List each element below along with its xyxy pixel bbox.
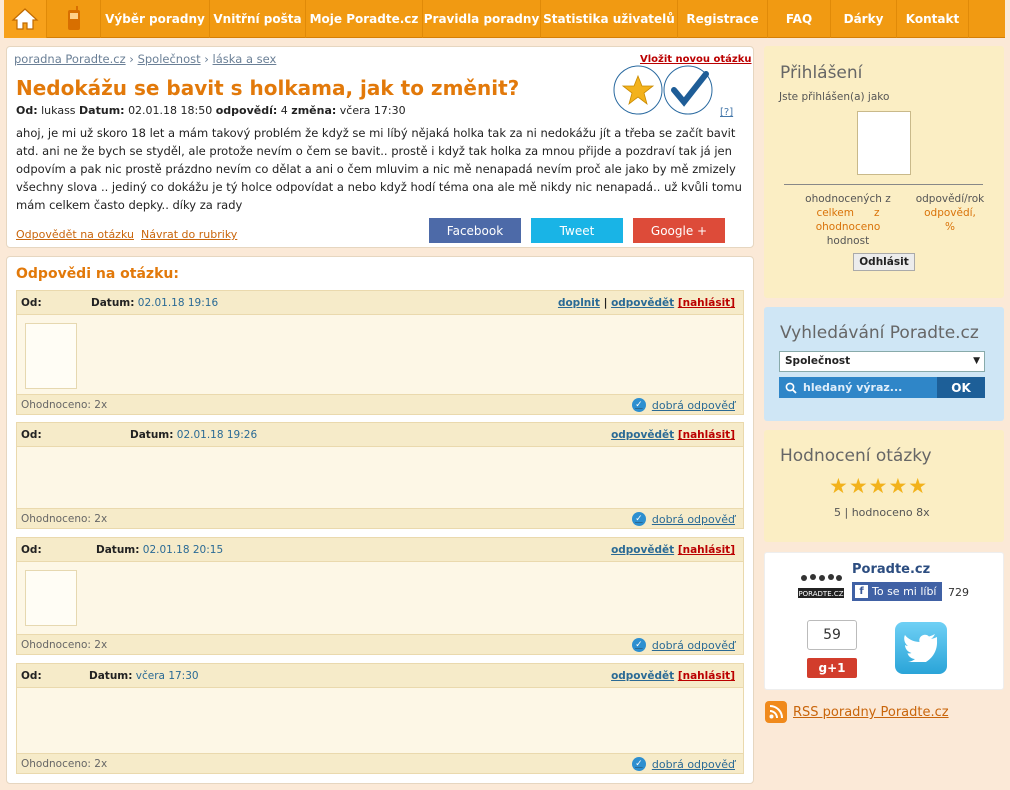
nav-vyber-poradny[interactable]: Výběr poradny	[101, 0, 210, 38]
twitter-button[interactable]	[895, 622, 947, 674]
reply-link[interactable]: odpovědět	[611, 429, 674, 441]
nav-faq[interactable]: FAQ	[768, 0, 831, 38]
answer-rating: Ohodnoceno: 2x	[21, 399, 108, 411]
answer-actions: doplnit | odpovědět [nahlásit]	[557, 297, 735, 309]
chevron-down-icon: ▼	[973, 356, 980, 366]
answer-date: Datum: 02.01.18 19:16	[91, 297, 219, 309]
mobile-button[interactable]	[47, 0, 101, 38]
report-link[interactable]: [nahlásit]	[678, 297, 735, 309]
good-answer-link[interactable]: ✓ dobrá odpověď	[631, 757, 735, 771]
answer-question-link[interactable]: Odpovědět na otázku	[16, 228, 134, 241]
report-link[interactable]: [nahlásit]	[678, 429, 735, 441]
reply-link[interactable]: odpovědět	[611, 670, 674, 682]
answer-date: Datum: včera 17:30	[89, 670, 199, 682]
breadcrumb-subcategory[interactable]: láska a sex	[213, 52, 277, 66]
nav-statistika[interactable]: Statistika uživatelů	[541, 0, 678, 38]
report-link[interactable]: [nahlásit]	[678, 544, 735, 556]
home-icon	[11, 8, 39, 30]
answer-item: Od: Datum: 02.01.18 19:16 doplnit | odpo…	[16, 290, 744, 415]
svg-text:PORADTE.CZ: PORADTE.CZ	[798, 590, 843, 598]
phone-icon	[67, 6, 80, 30]
avatar	[25, 570, 77, 626]
breadcrumb-root[interactable]: poradna Poradte.cz	[14, 52, 126, 66]
tweet-button[interactable]: Tweet	[531, 218, 623, 243]
nav-vnitrni-posta[interactable]: Vnitřní pošta	[210, 0, 306, 38]
answer-author-label: Od:	[21, 544, 42, 556]
complete-link[interactable]: doplnit	[558, 297, 600, 309]
facebook-icon: f	[855, 585, 868, 598]
question-title: Nedokážu se bavit s holkama, jak to změn…	[16, 76, 520, 100]
nav-moje-poradte[interactable]: Moje Poradte.cz	[306, 0, 423, 38]
question-meta: Od: lukass Datum: 02.01.18 18:50 odpověd…	[16, 104, 406, 117]
favorite-badge[interactable]	[612, 64, 716, 116]
answer-date: Datum: 02.01.18 19:26	[130, 429, 258, 441]
report-link[interactable]: [nahlásit]	[678, 670, 735, 682]
answer-actions: odpovědět [nahlásit]	[611, 544, 735, 556]
search-input[interactable]: hledaný výraz...	[779, 377, 937, 398]
home-button[interactable]	[4, 0, 47, 38]
check-icon: ✓	[631, 398, 646, 412]
nav-registrace[interactable]: Registrace	[678, 0, 768, 38]
search-title: Vyhledávání Poradte.cz	[780, 323, 979, 343]
star-rating[interactable]: ★★★★★	[829, 474, 928, 498]
answer-author-label: Od:	[21, 670, 42, 682]
question-text: ahoj, je mi už skoro 18 let a mám takový…	[16, 126, 742, 212]
answer-item: Od: Datum: 02.01.18 20:15 odpovědět [nah…	[16, 537, 744, 655]
category-select[interactable]: Společnost ▼	[779, 351, 985, 372]
top-nav: Výběr poradny Vnitřní pošta Moje Poradte…	[4, 0, 1005, 38]
answer-author-label: Od:	[21, 297, 42, 309]
nav-darky[interactable]: Dárky	[831, 0, 897, 38]
answers-heading: Odpovědi na otázku:	[16, 266, 179, 282]
answer-date: Datum: 02.01.18 20:15	[96, 544, 224, 556]
rated-stats: ohodnocených z celkem z ohodnoceno hodno…	[805, 193, 891, 247]
fb-page-name[interactable]: Poradte.cz	[852, 562, 930, 577]
gplus-button[interactable]: g +1	[807, 658, 857, 678]
answer-rating: Ohodnoceno: 2x	[21, 639, 108, 651]
check-icon: ✓	[631, 757, 646, 771]
good-answer-link[interactable]: ✓ dobrá odpověď	[631, 398, 735, 412]
answer-actions: odpovědět [nahlásit]	[611, 429, 735, 441]
search-ok-button[interactable]: OK	[937, 377, 985, 398]
nav-kontakt[interactable]: Kontakt	[897, 0, 969, 38]
breadcrumb: poradna Poradte.cz › Společnost › láska …	[14, 52, 277, 66]
search-icon	[785, 382, 797, 394]
good-answer-link[interactable]: ✓ dobrá odpověď	[631, 638, 735, 652]
avatar	[25, 323, 77, 389]
poradte-logo: PORADTE.CZ	[796, 572, 846, 600]
divider	[784, 184, 983, 185]
facebook-share-button[interactable]: Facebook	[429, 218, 521, 243]
check-icon: ✓	[631, 512, 646, 526]
answer-author-label: Od:	[21, 429, 42, 441]
gplus-count: 59	[807, 620, 857, 650]
fb-like-button[interactable]: f To se mi líbí	[852, 582, 942, 601]
answer-rating: Ohodnoceno: 2x	[21, 758, 108, 770]
reply-link[interactable]: odpovědět	[611, 297, 674, 309]
logout-button[interactable]: Odhlásit	[853, 253, 915, 271]
answer-rating: Ohodnoceno: 2x	[21, 513, 108, 525]
fb-like-count: 729	[948, 586, 969, 599]
rss-icon[interactable]	[765, 701, 787, 723]
rating-title: Hodnocení otázky	[780, 446, 932, 466]
logged-as-text: Jste přihlášen(a) jako	[779, 91, 890, 103]
rating-summary: 5 | hodnoceno 8x	[834, 506, 930, 519]
answer-actions: odpovědět [nahlásit]	[611, 670, 735, 682]
back-to-category-link[interactable]: Návrat do rubriky	[141, 228, 237, 241]
nav-pravidla[interactable]: Pravidla poradny	[423, 0, 541, 38]
help-link[interactable]: [?]	[720, 107, 733, 118]
twitter-bird-icon	[904, 634, 938, 662]
answers-stats: odpovědí/rok odpovědí, %	[915, 193, 985, 233]
rss-link[interactable]: RSS poradny Poradte.cz	[793, 705, 949, 720]
answer-item: Od: Datum: 02.01.18 19:26 odpovědět [nah…	[16, 422, 744, 529]
check-icon: ✓	[631, 638, 646, 652]
answer-item: Od: Datum: včera 17:30 odpovědět [nahlás…	[16, 663, 744, 774]
avatar	[857, 111, 911, 175]
google-plus-share-button[interactable]: Google +	[633, 218, 725, 243]
good-answer-link[interactable]: ✓ dobrá odpověď	[631, 512, 735, 526]
breadcrumb-category[interactable]: Společnost	[138, 52, 201, 66]
reply-link[interactable]: odpovědět	[611, 544, 674, 556]
login-title: Přihlášení	[780, 63, 863, 83]
